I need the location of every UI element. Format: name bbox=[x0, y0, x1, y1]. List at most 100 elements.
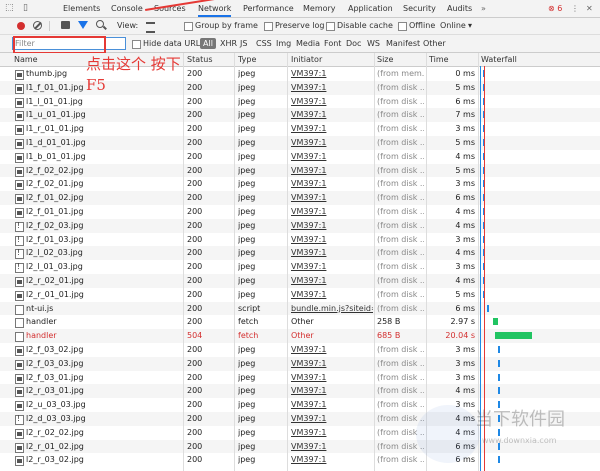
disable-cache-checkbox[interactable] bbox=[326, 22, 335, 31]
cell-type: jpeg bbox=[238, 414, 256, 423]
group-by-frame-label[interactable]: Group by frame bbox=[195, 18, 258, 34]
filter-icon[interactable] bbox=[78, 21, 88, 29]
cell-initiator[interactable]: VM397:1 bbox=[291, 81, 373, 95]
table-row[interactable]: l2_f_02_01.jpg 200 jpeg VM397:1 (from disk .… bbox=[0, 177, 600, 191]
close-icon[interactable]: ✕ bbox=[586, 0, 593, 17]
cell-initiator[interactable]: VM397:1 bbox=[291, 440, 373, 454]
group-by-frame-checkbox[interactable] bbox=[184, 22, 193, 31]
cell-initiator[interactable]: VM397:1 bbox=[291, 371, 373, 385]
cell-initiator[interactable]: VM397:1 bbox=[291, 219, 373, 233]
table-row[interactable]: l2_r_01_01.jpg 200 jpeg VM397:1 (from disk .… bbox=[0, 288, 600, 302]
tab-security[interactable]: Security bbox=[403, 0, 436, 17]
cell-initiator[interactable]: VM397:1 bbox=[291, 150, 373, 164]
large-rows-icon[interactable] bbox=[146, 22, 155, 33]
column-initiator[interactable]: Initiator bbox=[291, 53, 322, 66]
cell-initiator[interactable]: VM397:1 bbox=[291, 398, 373, 412]
kebab-menu-icon[interactable]: ⋮ bbox=[571, 0, 579, 17]
filter-type-xhr[interactable]: XHR bbox=[220, 35, 237, 52]
clear-icon[interactable] bbox=[33, 21, 42, 30]
table-row[interactable]: l2_f_01_02.jpg 200 jpeg VM397:1 (from disk .… bbox=[0, 191, 600, 205]
cell-initiator[interactable]: VM397:1 bbox=[291, 95, 373, 109]
cell-initiator[interactable]: VM397:1 bbox=[291, 412, 373, 426]
error-count-badge[interactable]: ⊗ 6 bbox=[548, 0, 562, 17]
cell-initiator[interactable]: VM397:1 bbox=[291, 288, 373, 302]
tab-application[interactable]: Application bbox=[348, 0, 393, 17]
cell-initiator[interactable]: VM397:1 bbox=[291, 108, 373, 122]
filter-type-other[interactable]: Other bbox=[423, 35, 446, 52]
column-size[interactable]: Size bbox=[377, 53, 393, 66]
offline-checkbox[interactable] bbox=[398, 22, 407, 31]
tab-elements[interactable]: Elements bbox=[63, 0, 100, 17]
column-waterfall[interactable]: Waterfall bbox=[481, 53, 517, 66]
hide-data-urls-checkbox[interactable] bbox=[132, 40, 141, 49]
cell-initiator[interactable]: VM397:1 bbox=[291, 233, 373, 247]
table-row[interactable]: l2_f_01_01.jpg 200 jpeg VM397:1 (from disk .… bbox=[0, 205, 600, 219]
disable-cache-label[interactable]: Disable cache bbox=[337, 18, 393, 34]
cell-initiator[interactable]: VM397:1 bbox=[291, 453, 373, 467]
offline-label[interactable]: Offline bbox=[409, 18, 435, 34]
throttling-select[interactable]: Online bbox=[440, 18, 466, 34]
cell-initiator[interactable]: VM397:1 bbox=[291, 122, 373, 136]
capture-screenshots-icon[interactable] bbox=[61, 21, 70, 29]
table-row[interactable]: l2_f_02_03.jpg 200 jpeg VM397:1 (from disk .… bbox=[0, 218, 600, 233]
filter-type-js[interactable]: JS bbox=[240, 35, 247, 52]
tab-network[interactable]: Network bbox=[198, 0, 232, 17]
tab-console[interactable]: Console bbox=[111, 0, 143, 17]
column-name[interactable]: Name bbox=[14, 53, 38, 66]
table-row[interactable]: l1_b_01_01.jpg 200 jpeg VM397:1 (from disk .… bbox=[0, 150, 600, 164]
tab-audits[interactable]: Audits bbox=[447, 0, 472, 17]
cell-initiator[interactable]: VM397:1 bbox=[291, 67, 373, 81]
table-row[interactable]: handler 504 fetch Other 685 B 20.04 s bbox=[0, 329, 600, 343]
filter-type-ws[interactable]: WS bbox=[367, 35, 380, 52]
filter-type-manifest[interactable]: Manifest bbox=[386, 35, 420, 52]
table-row[interactable]: l1_l_01_01.jpg 200 jpeg VM397:1 (from disk .… bbox=[0, 95, 600, 109]
cell-initiator[interactable]: VM397:1 bbox=[291, 357, 373, 371]
preserve-log-checkbox[interactable] bbox=[264, 22, 273, 31]
column-time[interactable]: Time bbox=[429, 53, 449, 66]
cell-initiator[interactable]: VM397:1 bbox=[291, 274, 373, 288]
filter-type-doc[interactable]: Doc bbox=[346, 35, 361, 52]
preserve-log-label[interactable]: Preserve log bbox=[275, 18, 325, 34]
tab-performance[interactable]: Performance bbox=[243, 0, 294, 17]
device-toolbar-icon[interactable]: ▯ bbox=[23, 3, 33, 13]
cell-initiator[interactable]: VM397:1 bbox=[291, 164, 373, 178]
table-row[interactable]: l1_u_01_01.jpg 200 jpeg VM397:1 (from disk .… bbox=[0, 108, 600, 123]
tab-memory[interactable]: Memory bbox=[303, 0, 336, 17]
hide-data-urls-label[interactable]: Hide data URLs bbox=[143, 35, 204, 52]
select-element-icon[interactable]: ⬚ bbox=[5, 3, 15, 13]
table-row[interactable]: l2_r_02_01.jpg 200 jpeg VM397:1 (from disk .… bbox=[0, 274, 600, 288]
search-icon[interactable] bbox=[96, 20, 104, 28]
record-icon[interactable] bbox=[17, 22, 25, 30]
cell-initiator[interactable]: VM397:1 bbox=[291, 343, 373, 357]
cell-initiator[interactable]: VM397:1 bbox=[291, 177, 373, 191]
filter-type-font[interactable]: Font bbox=[324, 35, 341, 52]
table-row[interactable]: l2_r_03_01.jpg 200 jpeg VM397:1 (from disk .… bbox=[0, 384, 600, 399]
filter-type-css[interactable]: CSS bbox=[256, 35, 272, 52]
cell-initiator[interactable]: VM397:1 bbox=[291, 205, 373, 219]
cell-initiator[interactable]: VM397:1 bbox=[291, 384, 373, 398]
filter-type-media[interactable]: Media bbox=[296, 35, 320, 52]
cell-initiator[interactable]: VM397:1 bbox=[291, 191, 373, 205]
table-row[interactable]: handler 200 fetch Other 258 B 2.97 s bbox=[0, 315, 600, 329]
table-row[interactable]: l2_l_01_03.jpg 200 jpeg VM397:1 (from disk .… bbox=[0, 260, 600, 274]
table-row[interactable]: nt-ui.js 200 script bundle.min.js?siteid=..… bbox=[0, 301, 600, 316]
filter-type-img[interactable]: Img bbox=[276, 35, 291, 52]
cell-initiator[interactable]: VM397:1 bbox=[291, 426, 373, 440]
cell-initiator[interactable]: VM397:1 bbox=[291, 246, 373, 260]
table-row[interactable]: l2_f_03_03.jpg 200 jpeg VM397:1 (from disk .… bbox=[0, 356, 600, 371]
table-row[interactable]: l2_f_03_02.jpg 200 jpeg VM397:1 (from disk .… bbox=[0, 343, 600, 357]
table-row[interactable]: l2_r_03_02.jpg 200 jpeg VM397:1 (from disk .… bbox=[0, 453, 600, 467]
more-tabs-button[interactable]: » bbox=[481, 0, 486, 17]
cell-initiator[interactable]: VM397:1 bbox=[291, 260, 373, 274]
table-row[interactable]: l2_f_02_02.jpg 200 jpeg VM397:1 (from disk .… bbox=[0, 163, 600, 178]
table-row[interactable]: l2_l_02_03.jpg 200 jpeg VM397:1 (from disk .… bbox=[0, 246, 600, 261]
cell-initiator[interactable]: VM397:1 bbox=[291, 136, 373, 150]
filter-type-all[interactable]: All bbox=[200, 38, 216, 49]
column-type[interactable]: Type bbox=[238, 53, 256, 66]
table-row[interactable]: l1_d_01_01.jpg 200 jpeg VM397:1 (from disk .… bbox=[0, 136, 600, 150]
chevron-down-icon[interactable]: ▾ bbox=[468, 18, 472, 34]
table-row[interactable]: l1_r_01_01.jpg 200 jpeg VM397:1 (from disk .… bbox=[0, 122, 600, 136]
table-row[interactable]: l2_f_01_03.jpg 200 jpeg VM397:1 (from disk .… bbox=[0, 233, 600, 247]
cell-initiator[interactable]: bundle.min.js?siteid=... bbox=[291, 302, 373, 316]
table-row[interactable]: l2_f_03_01.jpg 200 jpeg VM397:1 (from disk .… bbox=[0, 371, 600, 385]
